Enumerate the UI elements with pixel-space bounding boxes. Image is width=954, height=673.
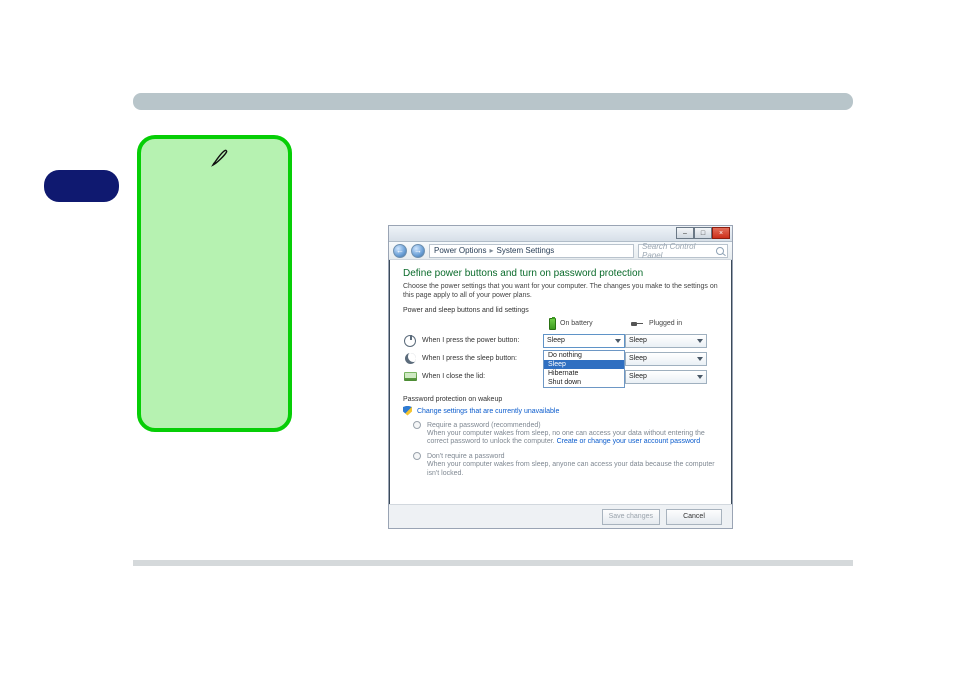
power-options-window: – □ × ← → Power Options ▸ System Setting… xyxy=(388,225,733,529)
select-option-do-nothing[interactable]: Do nothing xyxy=(544,351,624,360)
select-option-hibernate[interactable]: Hibernate xyxy=(544,369,624,378)
battery-icon xyxy=(549,318,556,330)
select-value: Sleep xyxy=(629,355,647,362)
page-footer-rule xyxy=(133,560,853,566)
power-button-battery-select[interactable]: Sleep xyxy=(543,334,625,348)
select-option-sleep[interactable]: Sleep xyxy=(544,360,624,369)
option-title: Don't require a password xyxy=(427,453,505,460)
column-label: On battery xyxy=(560,320,593,327)
option-description: When your computer wakes from sleep, no … xyxy=(427,430,718,448)
side-badge xyxy=(44,170,119,202)
power-button-battery-options[interactable]: Do nothing Sleep Hibernate Shut down xyxy=(543,350,625,388)
window-content: Define power buttons and turn on passwor… xyxy=(389,260,732,485)
page-title: Define power buttons and turn on passwor… xyxy=(403,268,718,279)
save-changes-button: Save changes xyxy=(602,509,660,525)
close-button[interactable]: × xyxy=(712,227,730,239)
power-icon xyxy=(404,335,416,347)
row-label-text: When I close the lid: xyxy=(422,373,485,380)
select-value: Sleep xyxy=(547,337,565,344)
row-sleep-button: When I press the sleep button: xyxy=(403,352,543,366)
search-placeholder: Search Control Panel xyxy=(642,242,716,260)
create-change-password-link[interactable]: Create or change your user account passw… xyxy=(557,438,701,445)
page-header-bar xyxy=(133,93,853,110)
power-button-plugged-select[interactable]: Sleep xyxy=(625,334,707,348)
chevron-right-icon: ▸ xyxy=(489,246,493,255)
search-input[interactable]: Search Control Panel xyxy=(638,244,728,258)
row-label-text: When I press the sleep button: xyxy=(422,355,517,362)
row-label-text: When I press the power button: xyxy=(422,337,519,344)
page-description: Choose the power settings that you want … xyxy=(403,283,718,301)
column-on-battery: On battery xyxy=(543,318,625,330)
address-bar: ← → Power Options ▸ System Settings Sear… xyxy=(389,242,732,260)
minimize-button[interactable]: – xyxy=(676,227,694,239)
row-power-button: When I press the power button: xyxy=(403,334,543,348)
chevron-down-icon xyxy=(697,339,703,343)
plug-icon xyxy=(631,320,645,328)
option-description: When your computer wakes from sleep, any… xyxy=(427,461,718,479)
chevron-down-icon xyxy=(697,357,703,361)
select-value: Sleep xyxy=(629,373,647,380)
section-subhead: Power and sleep buttons and lid settings xyxy=(403,307,718,314)
column-plugged-in: Plugged in xyxy=(625,320,707,328)
dont-require-password-option: Don't require a password When your compu… xyxy=(403,452,718,479)
select-option-shut-down[interactable]: Shut down xyxy=(544,378,624,387)
chevron-down-icon xyxy=(615,339,621,343)
row-close-lid: When I close the lid: xyxy=(403,370,543,384)
laptop-lid-icon xyxy=(404,372,417,381)
moon-icon xyxy=(405,353,416,364)
change-settings-link[interactable]: Change settings that are currently unava… xyxy=(417,407,559,414)
nav-back-button[interactable]: ← xyxy=(393,244,407,258)
cancel-button[interactable]: Cancel xyxy=(666,509,722,525)
breadcrumb-seg[interactable]: System Settings xyxy=(496,246,554,255)
breadcrumb[interactable]: Power Options ▸ System Settings xyxy=(429,244,634,258)
close-lid-plugged-select[interactable]: Sleep xyxy=(625,370,707,384)
section-subhead: Password protection on wakeup xyxy=(403,396,718,403)
nav-forward-button[interactable]: → xyxy=(411,244,425,258)
chevron-down-icon xyxy=(697,375,703,379)
radio-icon xyxy=(413,421,421,429)
option-title: Require a password (recommended) xyxy=(427,421,541,428)
column-label: Plugged in xyxy=(649,320,682,327)
breadcrumb-seg[interactable]: Power Options xyxy=(434,246,486,255)
window-titlebar[interactable]: – □ × xyxy=(389,226,732,242)
pen-icon xyxy=(211,149,229,172)
radio-icon xyxy=(413,452,421,460)
search-icon xyxy=(716,247,724,255)
sleep-button-plugged-select[interactable]: Sleep xyxy=(625,352,707,366)
select-value: Sleep xyxy=(629,337,647,344)
note-callout-box xyxy=(137,135,292,432)
maximize-button[interactable]: □ xyxy=(694,227,712,239)
settings-grid: On battery Plugged in When I press the p… xyxy=(403,318,718,384)
require-password-option: Require a password (recommended) When yo… xyxy=(403,421,718,448)
shield-icon xyxy=(403,406,412,416)
window-footer: Save changes Cancel xyxy=(389,504,732,528)
password-protection-section: Password protection on wakeup Change set… xyxy=(403,396,718,479)
